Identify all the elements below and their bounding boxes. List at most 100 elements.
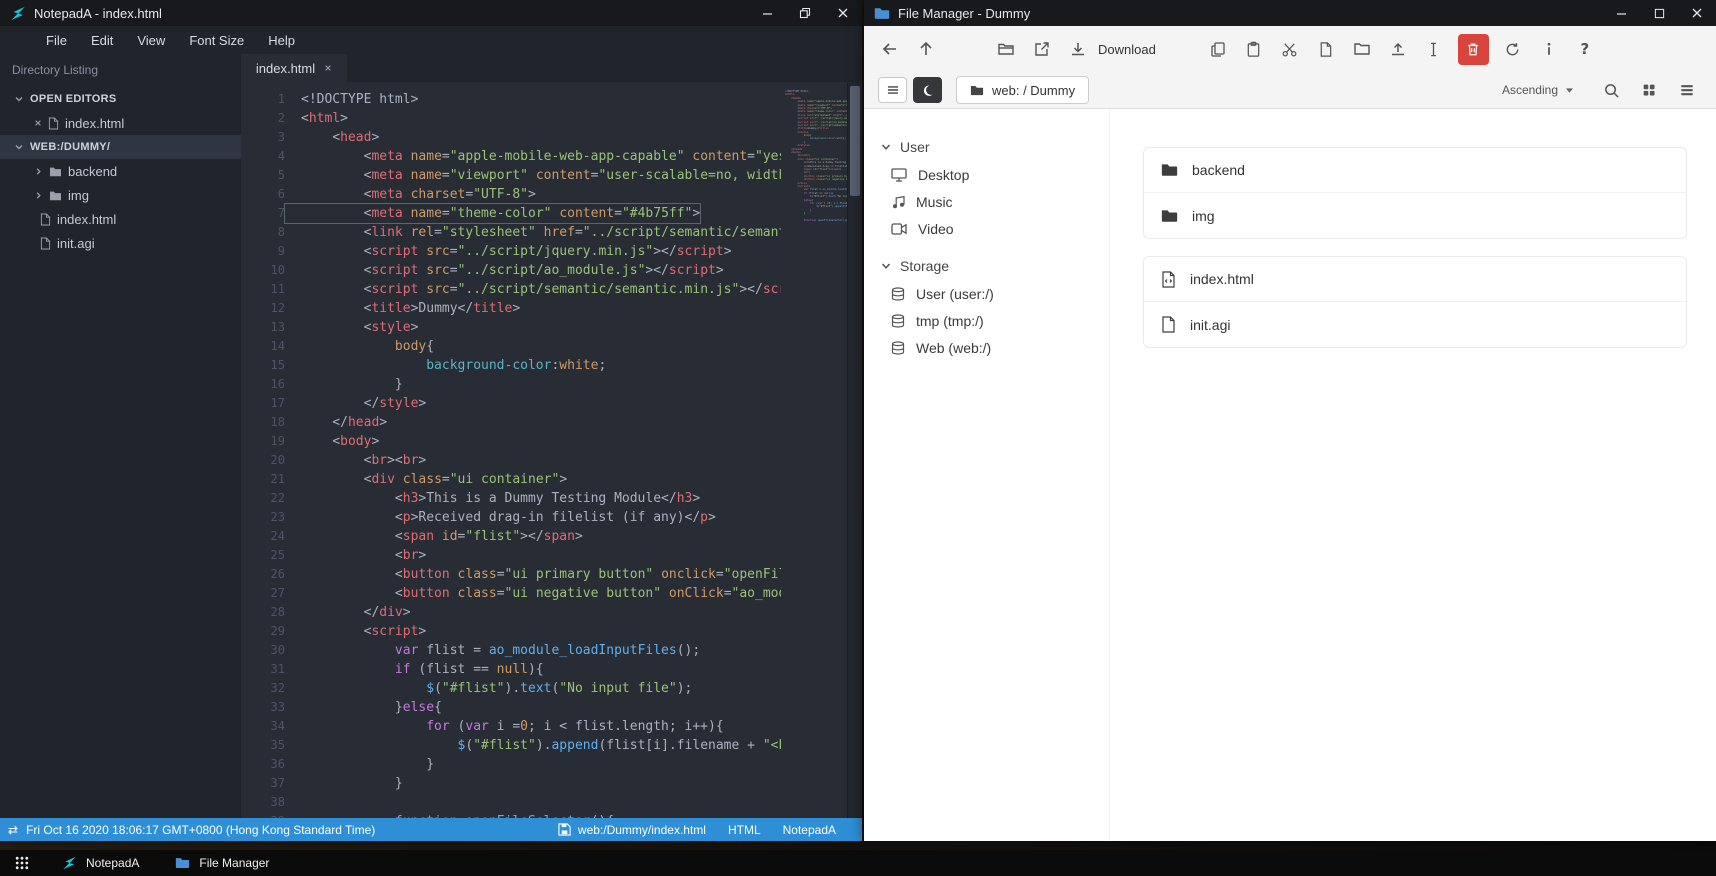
code-line: 29 <script> [241,622,781,641]
minimap[interactable]: <!DOCTYPE html> <html> <head> <meta name=… [781,82,847,818]
upload-button[interactable] [1380,31,1416,67]
open-editor-item[interactable]: index.html [0,111,241,135]
menu-edit[interactable]: Edit [91,33,113,48]
new-file-button[interactable] [1308,31,1344,67]
filemanager-titlebar[interactable]: File Manager - Dummy [864,0,1716,26]
file-row-img[interactable]: img [1144,193,1686,238]
menu-file[interactable]: File [46,33,67,48]
sidebar-item-web-drive[interactable]: Web (web:/) [864,334,1109,361]
file-group: index.html init.agi [1143,256,1687,348]
sidebar-item-video[interactable]: Video [864,215,1109,242]
code-line: 38 [241,793,781,812]
music-icon [891,195,905,209]
scrollbar-thumb[interactable] [850,86,860,196]
maximize-button[interactable] [1640,0,1678,26]
sort-order-dropdown[interactable]: Ascending [1502,83,1574,97]
dark-mode-button[interactable] [913,77,942,103]
code-line: 28 </div> [241,603,781,622]
notepada-statusbar: ⇄ Fri Oct 16 2020 18:06:17 GMT+0800 (Hon… [0,818,862,841]
back-button[interactable] [872,31,908,67]
filemanager-window: File Manager - Dummy Download ? web: / D… [864,0,1716,841]
taskbar-item-filemanager[interactable]: File Manager [157,850,287,876]
open-editors-section[interactable]: OPEN EDITORS [0,87,241,111]
sidebar-item-desktop[interactable]: Desktop [864,161,1109,188]
code-line: 36 } [241,755,781,774]
code-line: 10 <script src="../script/ao_module.js">… [241,261,781,280]
open-folder-button[interactable] [988,31,1024,67]
file-row-index-html[interactable]: index.html [1144,257,1686,302]
close-tab-icon[interactable] [324,64,332,72]
chevron-down-icon [881,142,891,152]
section-user[interactable]: User [864,133,1109,161]
window-controls [748,0,862,26]
menu-font-size[interactable]: Font Size [189,33,244,48]
app-launcher-button[interactable] [0,850,44,876]
sidebar-item-label: User (user:/) [916,285,994,302]
delete-button[interactable] [1457,33,1489,65]
file-row-backend[interactable]: backend [1144,148,1686,193]
open-external-button[interactable] [1024,31,1060,67]
tree-item-backend[interactable]: backend [0,159,241,183]
menu-help[interactable]: Help [268,33,295,48]
code-line: 18 </head> [241,413,781,432]
new-folder-button[interactable] [1344,31,1380,67]
code-line: 20 <br><br> [241,451,781,470]
workspace-root[interactable]: WEB:/DUMMY/ [0,135,241,159]
sidebar-item-music[interactable]: Music [864,188,1109,215]
tree-item-index-html[interactable]: index.html [0,207,241,231]
menu-view[interactable]: View [137,33,165,48]
breadcrumb[interactable]: web: / Dummy [956,76,1090,104]
copy-button[interactable] [1200,31,1236,67]
line-number: 38 [270,795,285,809]
close-icon[interactable] [34,119,42,127]
taskbar-item-notepada[interactable]: NotepadA [44,850,157,876]
refresh-button[interactable] [1495,31,1531,67]
notepada-icon [62,856,77,870]
sidebar-item-tmp-drive[interactable]: tmp (tmp:/) [864,307,1109,334]
status-datetime: Fri Oct 16 2020 18:06:17 GMT+0800 (Hong … [26,822,376,837]
code-line: 16 } [241,375,781,394]
menu-button[interactable] [878,77,907,103]
file-name: backend [1192,162,1245,178]
editor-tabbar: index.html [241,54,862,82]
rename-button[interactable] [1416,31,1452,67]
download-button-label[interactable]: Download [1098,42,1156,57]
up-button[interactable] [908,31,944,67]
code-line: 34 for (var i =0; i < flist.length; i++)… [241,717,781,736]
restore-button[interactable] [786,0,824,26]
chevron-down-icon [881,261,891,271]
directory-listing-header: Directory Listing [12,63,99,77]
list-view-button[interactable] [1674,77,1700,103]
notepada-titlebar[interactable]: NotepadA - index.html [0,0,862,26]
minimize-button[interactable] [1602,0,1640,26]
status-language[interactable]: HTML [728,823,761,837]
code-line: 19 <body> [241,432,781,451]
line-number: 4 [277,149,285,163]
section-storage[interactable]: Storage [864,252,1109,280]
drive-icon [891,340,905,355]
help-button[interactable]: ? [1567,31,1603,67]
file-icon [48,117,59,130]
file-name: img [1192,207,1215,224]
tab-index-html[interactable]: index.html [241,54,347,82]
sidebar-item-user-drive[interactable]: User (user:/) [864,280,1109,307]
code-line: 6 <meta charset="UTF-8"> [241,185,781,204]
info-button[interactable] [1531,31,1567,67]
minimize-button[interactable] [748,0,786,26]
paste-button[interactable] [1236,31,1272,67]
chevron-down-icon [14,142,24,152]
file-row-init-agi[interactable]: init.agi [1144,302,1686,347]
breadcrumb-path: web: / Dummy [992,82,1076,98]
editor-scrollbar[interactable] [847,82,862,818]
line-number: 32 [270,681,285,695]
tree-item-init-agi[interactable]: init.agi [0,231,241,255]
cut-button[interactable] [1272,31,1308,67]
tree-item-img[interactable]: img [0,183,241,207]
download-icon[interactable] [1060,31,1096,67]
tree-item-label: index.html [57,211,117,227]
search-button[interactable] [1598,77,1624,103]
code-editor[interactable]: 1 <!DOCTYPE html> 2 <html> 3 <head> 4 <meta n… [241,82,781,818]
close-button[interactable] [1678,0,1716,26]
grid-view-button[interactable] [1636,77,1662,103]
close-button[interactable] [824,0,862,26]
